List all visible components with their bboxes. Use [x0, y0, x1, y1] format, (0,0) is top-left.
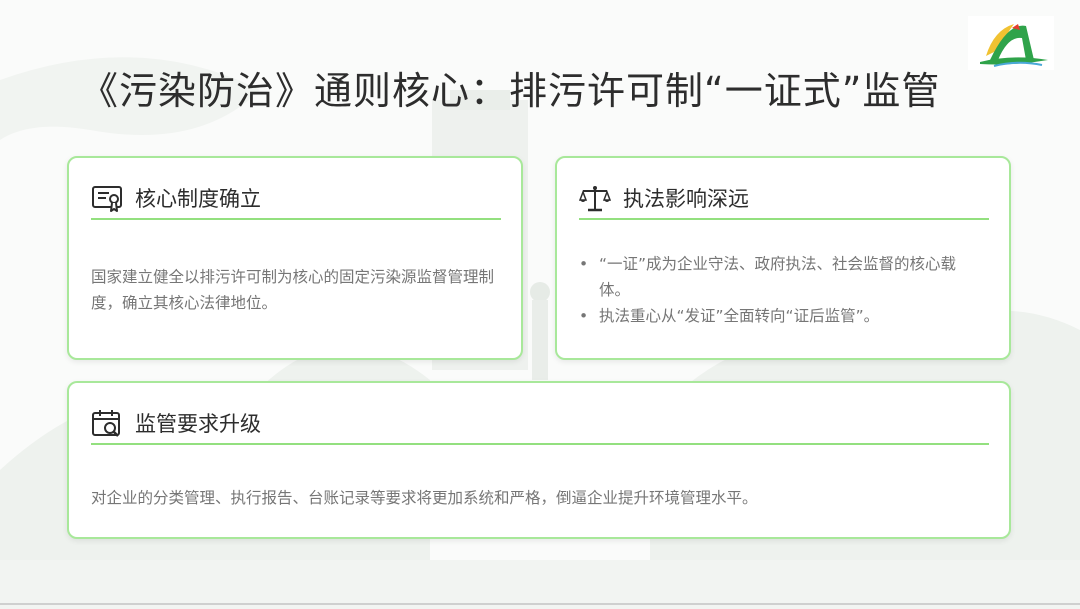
card-title: 执法影响深远	[623, 187, 749, 211]
card-title: 核心制度确立	[135, 187, 261, 211]
bullet-item: 执法重心从“发证”全面转向“证后监管”。	[579, 303, 983, 329]
bullet-item: “一证”成为企业守法、政府执法、社会监督的核心载体。	[579, 251, 983, 303]
certificate-icon	[92, 186, 122, 212]
card-bullet-list: “一证”成为企业守法、政府执法、社会监督的核心载体。 执法重心从“发证”全面转向…	[579, 251, 983, 329]
card-body-text: 国家建立健全以排污许可制为核心的固定污染源监督管理制度，确立其核心法律地位。	[91, 268, 495, 312]
card-header: 核心制度确立	[91, 180, 501, 220]
card-enforcement-impact: 执法影响深远 “一证”成为企业守法、政府执法、社会监督的核心载体。 执法重心从“…	[555, 156, 1011, 360]
page-title: 《污染防治》通则核心：排污许可制“一证式”监管	[80, 69, 941, 113]
scales-icon	[579, 186, 611, 212]
card-body-text: 对企业的分类管理、执行报告、台账记录等要求将更加系统和严格，倒逼企业提升环境管理…	[91, 489, 758, 507]
card-header: 监管要求升级	[91, 405, 989, 445]
card-title: 监管要求升级	[135, 412, 261, 436]
card-core-system: 核心制度确立 国家建立健全以排污许可制为核心的固定污染源监督管理制度，确立其核心…	[67, 156, 523, 360]
card-regulatory-upgrade: 监管要求升级 对企业的分类管理、执行报告、台账记录等要求将更加系统和严格，倒逼企…	[67, 381, 1011, 539]
calendar-search-icon	[92, 410, 120, 437]
card-header: 执法影响深远	[579, 180, 989, 220]
